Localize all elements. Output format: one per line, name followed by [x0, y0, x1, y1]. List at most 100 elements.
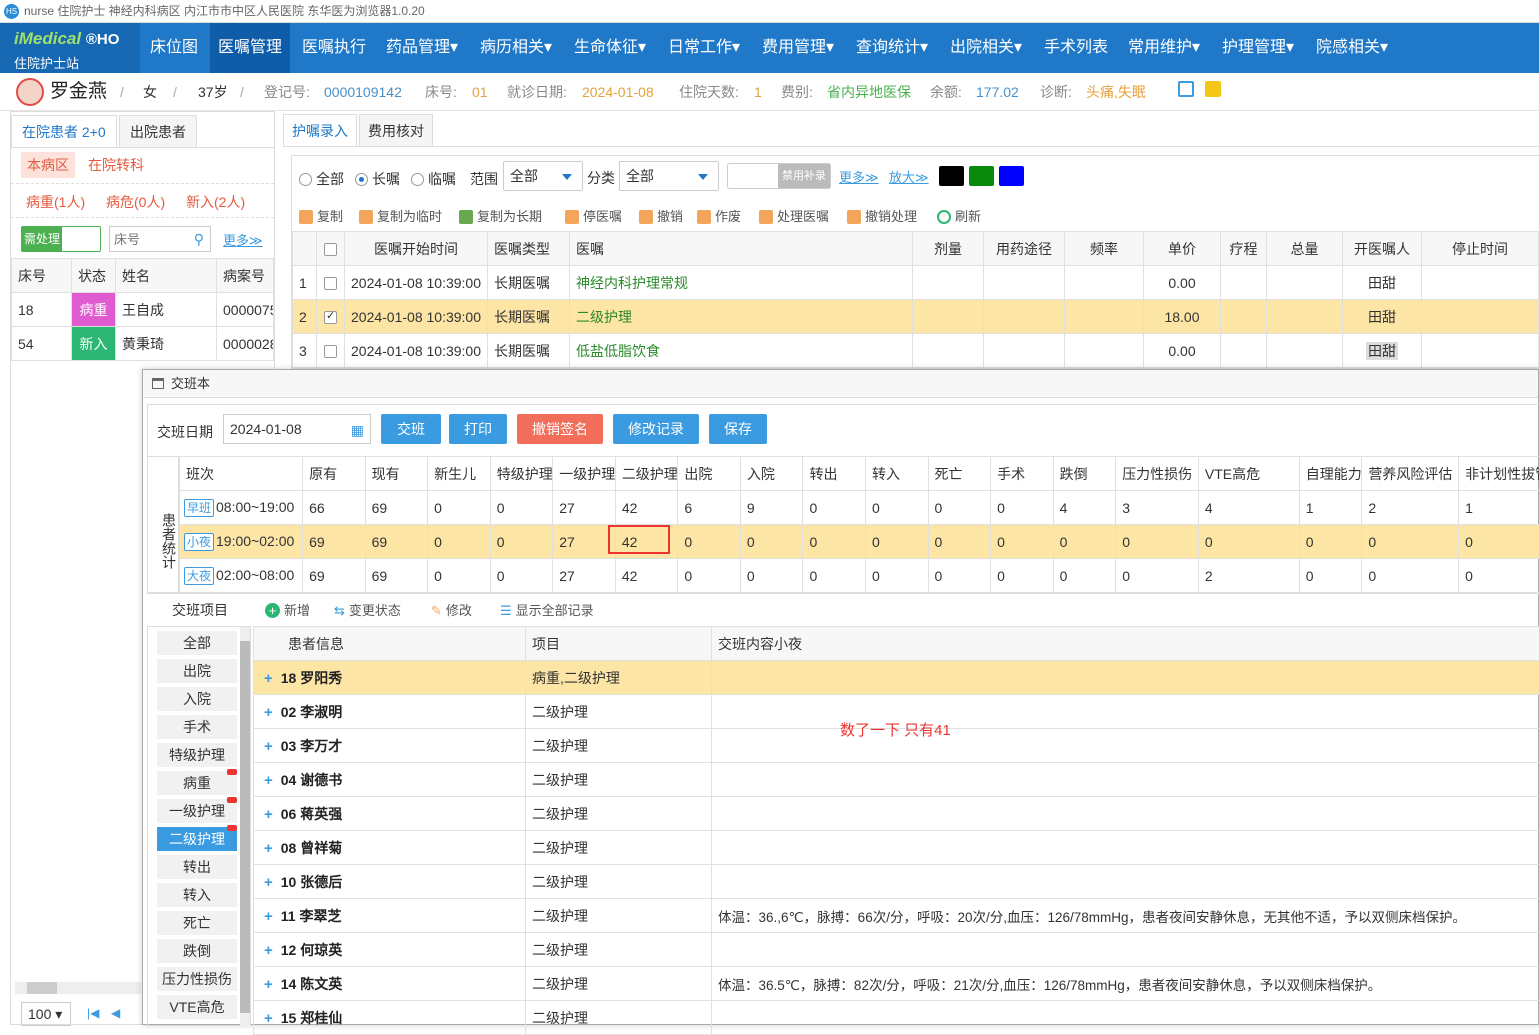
- copy-long-button[interactable]: 复制为长期: [459, 206, 542, 225]
- todo-toggle[interactable]: 需处理: [21, 226, 101, 252]
- expand-icon[interactable]: +: [264, 670, 273, 687]
- date-input[interactable]: 2024-01-08 ▦: [223, 414, 371, 444]
- category-item-9[interactable]: 转入: [157, 883, 237, 907]
- copy-button[interactable]: 复制: [299, 206, 343, 225]
- calendar-icon[interactable]: ▦: [351, 416, 364, 444]
- nav-item-8[interactable]: 查询统计▾: [848, 23, 936, 73]
- save-button[interactable]: 保存: [709, 414, 767, 444]
- category-item-0[interactable]: 全部: [157, 631, 237, 655]
- list-item[interactable]: +18 罗阳秀病重,二级护理: [254, 661, 1539, 695]
- nav-item-3[interactable]: 药品管理▾: [378, 23, 466, 73]
- col-stop-time[interactable]: 停止时间: [1422, 232, 1539, 266]
- list-item[interactable]: +06 蒋英强二级护理: [254, 797, 1539, 831]
- category-item-11[interactable]: 跌倒: [157, 939, 237, 963]
- col-case[interactable]: 病案号: [217, 259, 274, 293]
- add-button[interactable]: +新增: [265, 600, 310, 619]
- col-course[interactable]: 疗程: [1221, 232, 1267, 266]
- undo-button[interactable]: 撤销: [639, 206, 683, 225]
- transfer-filter[interactable]: 在院转科: [88, 152, 144, 178]
- nav-item-11[interactable]: 常用维护▾: [1120, 23, 1208, 73]
- content-cell[interactable]: [712, 695, 1539, 729]
- search-icon[interactable]: ⚲: [194, 231, 204, 248]
- table-row[interactable]: 18 病重 王自成 0000075: [12, 293, 274, 327]
- content-cell[interactable]: [712, 797, 1539, 831]
- category-item-13[interactable]: VTE高危: [157, 995, 237, 1019]
- row-checkbox[interactable]: [324, 345, 337, 358]
- content-cell[interactable]: [712, 933, 1539, 967]
- select-all-checkbox[interactable]: [324, 243, 337, 256]
- list-item[interactable]: +04 谢德书二级护理: [254, 763, 1539, 797]
- category-item-4[interactable]: 特级护理: [157, 743, 237, 767]
- list-item[interactable]: +12 何琼英二级护理: [254, 933, 1539, 967]
- list-item[interactable]: +15 郑桂仙二级护理: [254, 1001, 1539, 1035]
- expand-icon[interactable]: +: [264, 874, 273, 891]
- content-cell[interactable]: [712, 1001, 1539, 1035]
- nav-item-0[interactable]: 床位图: [142, 23, 206, 73]
- revoke-signature-button[interactable]: 撤销签名: [517, 414, 603, 444]
- radio-temp[interactable]: 临嘱: [411, 169, 456, 189]
- undo-process-button[interactable]: 撤销处理: [847, 206, 917, 225]
- stat-row[interactable]: 小夜19:00~02:006969002742000000000000: [180, 525, 1539, 559]
- show-all-button[interactable]: ☰显示全部记录: [500, 600, 594, 619]
- expand-icon[interactable]: +: [264, 976, 273, 993]
- change-status-button[interactable]: ⇆变更状态: [334, 600, 401, 619]
- col-freq[interactable]: 频率: [1065, 232, 1144, 266]
- col-patient[interactable]: 患者信息: [254, 627, 526, 661]
- page-size-select[interactable]: 100 ▾: [21, 1002, 71, 1026]
- nav-item-4[interactable]: 病历相关▾: [472, 23, 560, 73]
- col-content[interactable]: 交班内容小夜: [712, 627, 1539, 661]
- more-link[interactable]: 更多≫: [223, 230, 263, 249]
- edit-record-button[interactable]: 修改记录: [613, 414, 699, 444]
- vertical-scrollbar[interactable]: [240, 627, 250, 1027]
- stop-order-button[interactable]: 停医嘱: [565, 206, 622, 225]
- color-blue-swatch[interactable]: [999, 166, 1024, 186]
- nav-item-13[interactable]: 院感相关▾: [1308, 23, 1396, 73]
- col-name[interactable]: 姓名: [116, 259, 217, 293]
- clipboard-icon[interactable]: [1178, 81, 1194, 97]
- col-status[interactable]: 状态: [72, 259, 116, 293]
- nav-item-7[interactable]: 费用管理▾: [754, 23, 842, 73]
- ward-filter[interactable]: 本病区: [21, 152, 75, 178]
- radio-all[interactable]: 全部: [299, 169, 344, 189]
- col-order-type[interactable]: 医嘱类型: [488, 232, 570, 266]
- col-bed[interactable]: 床号: [12, 259, 72, 293]
- category-item-2[interactable]: 入院: [157, 687, 237, 711]
- category-item-12[interactable]: 压力性损伤: [157, 967, 237, 991]
- nav-item-5[interactable]: 生命体征▾: [566, 23, 654, 73]
- tab-discharged[interactable]: 出院患者: [119, 115, 197, 147]
- horizontal-scrollbar[interactable]: [15, 982, 141, 994]
- card-icon[interactable]: [1205, 81, 1221, 97]
- bed-search-input[interactable]: [110, 227, 190, 251]
- category-item-10[interactable]: 死亡: [157, 911, 237, 935]
- tab-order-entry[interactable]: 护嘱录入: [283, 114, 357, 146]
- new-count[interactable]: 新入(2人): [186, 192, 245, 212]
- category-item-8[interactable]: 转出: [157, 855, 237, 879]
- col-select-all[interactable]: [317, 232, 345, 266]
- radio-long[interactable]: 长嘱: [355, 169, 400, 189]
- category-item-3[interactable]: 手术: [157, 715, 237, 739]
- void-button[interactable]: 作废: [697, 206, 741, 225]
- stat-row[interactable]: 早班08:00~19:006669002742690000434121: [180, 491, 1539, 525]
- table-row[interactable]: 54 新入 黄秉琦 0000028: [12, 327, 274, 361]
- color-green-swatch[interactable]: [969, 166, 994, 186]
- content-cell[interactable]: 体温：36.,6℃，脉搏：66次/分，呼吸：20次/分,血压：126/78mmH…: [712, 899, 1539, 933]
- content-cell[interactable]: [712, 763, 1539, 797]
- content-cell[interactable]: [712, 865, 1539, 899]
- col-price[interactable]: 单价: [1144, 232, 1221, 266]
- col-start-time[interactable]: 医嘱开始时间: [345, 232, 488, 266]
- col-item[interactable]: 项目: [526, 627, 712, 661]
- danger-count[interactable]: 病危(0人): [106, 192, 165, 212]
- category-item-6[interactable]: 一级护理: [157, 799, 237, 823]
- expand-icon[interactable]: +: [264, 908, 273, 925]
- process-order-button[interactable]: 处理医嘱: [759, 206, 829, 225]
- first-page-icon[interactable]: |◀: [87, 1006, 99, 1020]
- col-route[interactable]: 用药途径: [984, 232, 1065, 266]
- table-row[interactable]: 2 2024-01-08 10:39:00 长期医嘱 二级护理 18.00 田甜: [293, 300, 1539, 334]
- critical-count[interactable]: 病重(1人): [26, 192, 85, 212]
- expand-icon[interactable]: +: [264, 772, 273, 789]
- list-item[interactable]: +14 陈文英二级护理体温：36.5℃，脉搏：82次/分，呼吸：21次/分,血压…: [254, 967, 1539, 1001]
- nav-item-1[interactable]: 医嘱管理: [210, 23, 290, 73]
- content-cell[interactable]: 体温：36.5℃，脉搏：82次/分，呼吸：21次/分,血压：126/78mmHg…: [712, 967, 1539, 1001]
- more-link[interactable]: 更多≫: [839, 167, 879, 186]
- nav-item-6[interactable]: 日常工作▾: [660, 23, 748, 73]
